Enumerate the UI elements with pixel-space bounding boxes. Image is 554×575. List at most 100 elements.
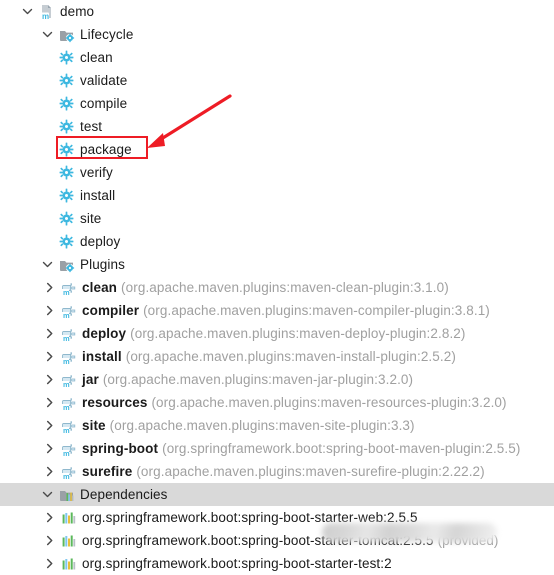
lifecycle-goal-clean[interactable]: clean: [0, 46, 554, 69]
plugin-name: site: [82, 418, 106, 433]
lifecycle-goal-package[interactable]: package: [0, 138, 554, 161]
plugin-node-jar[interactable]: m jar (org.apache.maven.plugins:maven-ja…: [0, 368, 554, 391]
plugin-name: jar: [82, 372, 99, 387]
tree-node-label: demo: [60, 4, 95, 19]
gear-icon: [58, 95, 75, 112]
dependencies-folder-icon: [58, 486, 75, 503]
maven-plugin-icon: m: [60, 348, 77, 365]
chevron-right-icon[interactable]: [42, 280, 57, 295]
plugin-name: surefire: [82, 464, 133, 479]
maven-plugin-icon: m: [60, 440, 77, 457]
svg-text:m: m: [63, 449, 70, 457]
plugin-coordinates: (org.apache.maven.plugins:maven-deploy-p…: [130, 326, 466, 341]
plugin-node-spring-boot[interactable]: m spring-boot (org.springframework.boot:…: [0, 437, 554, 460]
chevron-right-icon[interactable]: [42, 533, 57, 548]
lifecycle-goal-label: clean: [80, 50, 113, 65]
plugin-name: install: [82, 349, 122, 364]
chevron-right-icon[interactable]: [42, 441, 57, 456]
lifecycle-goal-site[interactable]: site: [0, 207, 554, 230]
plugin-node-site[interactable]: m site (org.apache.maven.plugins:maven-s…: [0, 414, 554, 437]
tree-node-label: Lifecycle: [80, 27, 134, 42]
plugin-node-install[interactable]: m install (org.apache.maven.plugins:mave…: [0, 345, 554, 368]
tree-node-dependencies[interactable]: Dependencies: [0, 483, 554, 506]
redaction-blur: [322, 523, 497, 542]
lifecycle-goal-install[interactable]: install: [0, 184, 554, 207]
svg-text:m: m: [63, 380, 70, 388]
gear-icon: [58, 72, 75, 89]
plugin-coordinates: (org.springframework.boot:spring-boot-ma…: [162, 441, 521, 456]
plugin-name: compiler: [82, 303, 140, 318]
maven-plugin-icon: m: [60, 463, 77, 480]
chevron-right-icon[interactable]: [42, 418, 57, 433]
plugin-coordinates: (org.apache.maven.plugins:maven-install-…: [125, 349, 456, 364]
plugin-coordinates: (org.apache.maven.plugins:maven-compiler…: [143, 303, 490, 318]
svg-text:m: m: [42, 12, 49, 20]
lifecycle-goal-validate[interactable]: validate: [0, 69, 554, 92]
tree-node-plugins[interactable]: Plugins: [0, 253, 554, 276]
plugin-node-compiler[interactable]: m compiler (org.apache.maven.plugins:mav…: [0, 299, 554, 322]
lifecycle-goal-deploy[interactable]: deploy: [0, 230, 554, 253]
dependency-coordinates: org.springframework.boot:spring-boot-sta…: [82, 556, 392, 571]
tree-node-label: Plugins: [80, 257, 125, 272]
tree-node-label: Dependencies: [80, 487, 168, 502]
plugin-node-resources[interactable]: m resources (org.apache.maven.plugins:ma…: [0, 391, 554, 414]
chevron-down-icon[interactable]: [40, 27, 55, 42]
gear-icon: [58, 49, 75, 66]
plugins-folder-icon: [58, 256, 75, 273]
chevron-right-icon[interactable]: [42, 395, 57, 410]
svg-text:m: m: [63, 472, 70, 480]
gear-icon: [58, 164, 75, 181]
maven-plugin-icon: m: [60, 371, 77, 388]
chevron-right-icon[interactable]: [42, 510, 57, 525]
lifecycle-goal-label: install: [80, 188, 116, 203]
tree-node-demo[interactable]: m demo: [0, 0, 554, 23]
plugin-node-deploy[interactable]: m deploy (org.apache.maven.plugins:maven…: [0, 322, 554, 345]
gear-icon: [58, 210, 75, 227]
plugin-node-clean[interactable]: m clean (org.apache.maven.plugins:maven-…: [0, 276, 554, 299]
lifecycle-goal-label: validate: [80, 73, 128, 88]
plugin-node-surefire[interactable]: m surefire (org.apache.maven.plugins:mav…: [0, 460, 554, 483]
plugin-name: deploy: [82, 326, 127, 341]
lifecycle-goal-label: package: [80, 142, 132, 157]
chevron-right-icon[interactable]: [42, 326, 57, 341]
lifecycle-goal-label: compile: [80, 96, 128, 111]
svg-text:m: m: [63, 334, 70, 342]
svg-text:m: m: [63, 311, 70, 319]
chevron-down-icon[interactable]: [20, 4, 35, 19]
maven-project-icon: m: [38, 3, 55, 20]
gear-icon: [58, 187, 75, 204]
lifecycle-goal-verify[interactable]: verify: [0, 161, 554, 184]
tree-node-lifecycle[interactable]: Lifecycle: [0, 23, 554, 46]
chevron-right-icon[interactable]: [42, 464, 57, 479]
chevron-right-icon[interactable]: [42, 372, 57, 387]
plugin-coordinates: (org.apache.maven.plugins:maven-clean-pl…: [121, 280, 449, 295]
plugin-coordinates: (org.apache.maven.plugins:maven-jar-plug…: [102, 372, 414, 387]
plugin-name: resources: [82, 395, 148, 410]
plugin-name: spring-boot: [82, 441, 159, 456]
lifecycle-goal-label: deploy: [80, 234, 121, 249]
lifecycle-goal-label: site: [80, 211, 102, 226]
chevron-right-icon[interactable]: [42, 349, 57, 364]
plugin-coordinates: (org.apache.maven.plugins:maven-resource…: [151, 395, 507, 410]
svg-text:m: m: [63, 403, 70, 411]
dependency-icon: [60, 555, 77, 572]
dependency-icon: [60, 532, 77, 549]
chevron-right-icon[interactable]: [42, 303, 57, 318]
chevron-down-icon[interactable]: [40, 257, 55, 272]
svg-text:m: m: [63, 426, 70, 434]
maven-tool-window-tree[interactable]: m demo Lifecycle clean validate compile …: [0, 0, 554, 571]
chevron-down-icon[interactable]: [40, 487, 55, 502]
maven-plugin-icon: m: [60, 417, 77, 434]
lifecycle-goal-test[interactable]: test: [0, 115, 554, 138]
plugin-name: clean: [82, 280, 118, 295]
plugin-coordinates: (org.apache.maven.plugins:maven-surefire…: [136, 464, 485, 479]
gear-icon: [58, 118, 75, 135]
svg-text:m: m: [63, 288, 70, 296]
maven-plugin-icon: m: [60, 302, 77, 319]
dependency-icon: [60, 509, 77, 526]
maven-plugin-icon: m: [60, 325, 77, 342]
dependency-node-starter-test[interactable]: org.springframework.boot:spring-boot-sta…: [0, 552, 554, 575]
lifecycle-goal-compile[interactable]: compile: [0, 92, 554, 115]
lifecycle-goal-label: test: [80, 119, 103, 134]
chevron-right-icon[interactable]: [42, 556, 57, 571]
